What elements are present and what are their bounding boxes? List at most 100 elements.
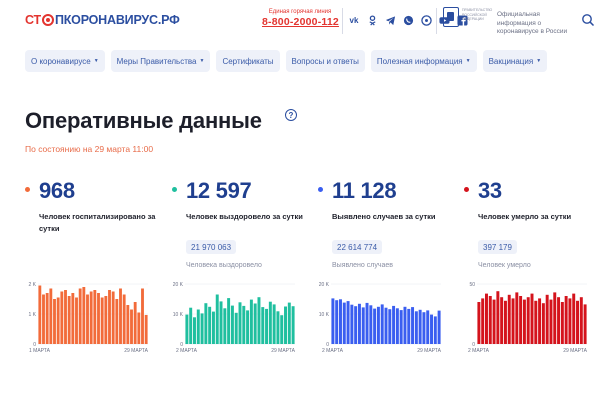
chart-bar[interactable]: [223, 308, 227, 344]
chart-bar[interactable]: [418, 309, 422, 344]
chart-bar[interactable]: [549, 299, 553, 344]
chart-bar[interactable]: [193, 317, 196, 344]
chart-bar[interactable]: [38, 285, 42, 345]
chart-bar[interactable]: [526, 297, 530, 344]
chart-bar[interactable]: [496, 291, 500, 344]
nav-item-faq[interactable]: Вопросы и ответы: [285, 50, 365, 72]
chart-bar[interactable]: [373, 308, 377, 344]
chart-bar[interactable]: [503, 300, 507, 344]
chart-cases[interactable]: 20 K10 K02 МАРТА 29 МАРТА: [318, 280, 443, 358]
chart-bar[interactable]: [67, 296, 71, 344]
chart-bar[interactable]: [369, 305, 373, 344]
chart-bar[interactable]: [78, 288, 82, 345]
vk-icon[interactable]: vk: [348, 14, 360, 26]
chart-bar[interactable]: [365, 302, 369, 344]
chart-bar[interactable]: [583, 304, 587, 344]
chart-bar[interactable]: [234, 312, 238, 344]
chart-bar[interactable]: [208, 306, 212, 344]
chart-bar[interactable]: [204, 303, 208, 344]
chart-bar[interactable]: [414, 311, 418, 344]
chart-recovered[interactable]: 20 K10 K02 МАРТА 29 МАРТА: [172, 280, 297, 358]
chart-bar[interactable]: [376, 306, 380, 344]
nav-item-about[interactable]: О коронавирусе ▼: [25, 50, 105, 72]
chart-bar[interactable]: [477, 302, 481, 344]
chart-bar[interactable]: [272, 304, 276, 344]
chart-bar[interactable]: [189, 307, 193, 344]
chart-bar[interactable]: [346, 301, 350, 344]
chart-bar[interactable]: [249, 299, 253, 344]
chart-bar[interactable]: [122, 294, 126, 345]
chart-bar[interactable]: [511, 298, 515, 344]
chart-bar[interactable]: [403, 306, 407, 344]
chart-bar[interactable]: [215, 294, 219, 345]
chart-bar[interactable]: [287, 302, 291, 344]
chart-bar[interactable]: [395, 308, 399, 344]
chart-bar[interactable]: [488, 296, 492, 344]
chart-bar[interactable]: [361, 307, 365, 344]
chart-bar[interactable]: [522, 299, 526, 344]
chart-bar[interactable]: [144, 314, 148, 344]
chart-bar[interactable]: [227, 298, 231, 344]
chart-bar[interactable]: [45, 293, 49, 344]
chart-bar[interactable]: [507, 294, 511, 344]
chart-bar[interactable]: [185, 314, 189, 344]
chart-bar[interactable]: [97, 293, 100, 344]
chart-bar[interactable]: [481, 298, 485, 344]
chart-bar[interactable]: [115, 299, 119, 344]
chart-bar[interactable]: [200, 313, 204, 344]
chart-bar[interactable]: [485, 293, 488, 344]
chart-bar[interactable]: [579, 297, 583, 344]
chart-bar[interactable]: [291, 306, 295, 344]
government-emblem-icon[interactable]: [443, 7, 459, 27]
chart-bar[interactable]: [342, 302, 346, 344]
odnoklassniki-icon[interactable]: [366, 14, 378, 26]
chart-bar[interactable]: [560, 302, 564, 344]
chart-bar[interactable]: [576, 300, 579, 344]
chart-bar[interactable]: [276, 311, 280, 344]
chart-bar[interactable]: [538, 298, 542, 344]
help-icon[interactable]: ?: [285, 109, 297, 121]
chart-bar[interactable]: [433, 316, 437, 344]
messenger-icon[interactable]: [420, 14, 432, 26]
chart-bar[interactable]: [388, 309, 392, 344]
chart-bar[interactable]: [257, 297, 261, 344]
chart-bar[interactable]: [141, 288, 144, 345]
chart-bar[interactable]: [335, 300, 339, 344]
chart-bar[interactable]: [553, 292, 557, 344]
chart-bar[interactable]: [219, 301, 223, 344]
chart-bar[interactable]: [284, 306, 287, 345]
nav-item-useful-info[interactable]: Полезная информация ▼: [370, 50, 477, 72]
chart-bar[interactable]: [384, 307, 388, 344]
chart-bar[interactable]: [86, 294, 89, 345]
chart-bar[interactable]: [126, 305, 130, 344]
chart-bar[interactable]: [108, 290, 111, 344]
chart-bar[interactable]: [238, 302, 242, 344]
chart-bar[interactable]: [572, 293, 576, 344]
chart-bar[interactable]: [89, 291, 93, 345]
chart-bar[interactable]: [407, 308, 411, 344]
chart-bar[interactable]: [422, 312, 426, 344]
hotline-number[interactable]: 8-800-2000-112: [262, 16, 339, 28]
chart-bar[interactable]: [100, 297, 104, 345]
nav-item-vaccination[interactable]: Вакцинация ▼: [482, 50, 548, 72]
chart-bar[interactable]: [42, 294, 45, 345]
chart-bar[interactable]: [557, 297, 561, 344]
viber-icon[interactable]: [402, 14, 414, 26]
chart-bar[interactable]: [133, 302, 137, 344]
chart-bar[interactable]: [380, 304, 384, 344]
chart-bar[interactable]: [82, 287, 86, 344]
chart-bar[interactable]: [93, 290, 97, 344]
chart-bar[interactable]: [357, 303, 361, 344]
chart-bar[interactable]: [500, 297, 504, 344]
chart-bar[interactable]: [104, 296, 108, 344]
search-button[interactable]: [581, 13, 595, 27]
chart-bar[interactable]: [130, 309, 133, 345]
chart-bar[interactable]: [437, 310, 441, 344]
chart-bar[interactable]: [60, 291, 64, 345]
chart-bar[interactable]: [430, 314, 433, 344]
chart-bar[interactable]: [354, 306, 358, 344]
nav-item-government-measures[interactable]: Меры Правительства ▼: [110, 50, 211, 72]
chart-bar[interactable]: [56, 297, 60, 345]
chart-bar[interactable]: [280, 315, 284, 344]
chart-bar[interactable]: [350, 304, 354, 344]
